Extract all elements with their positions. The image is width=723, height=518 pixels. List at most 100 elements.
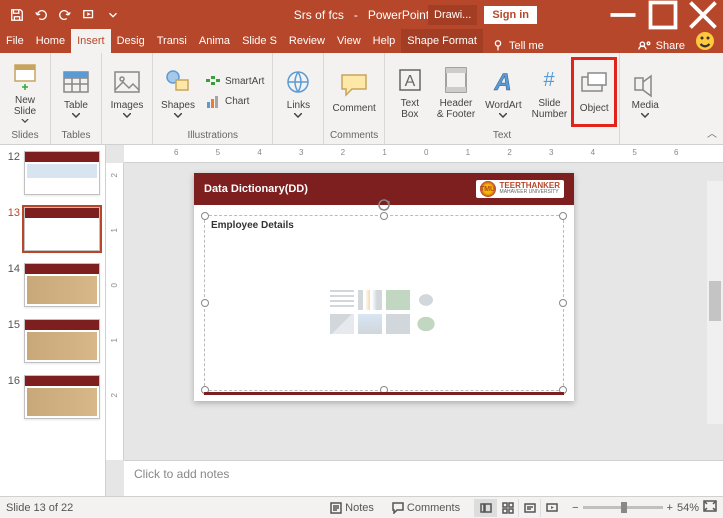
scrollbar-thumb[interactable]: [709, 281, 721, 321]
group-media: Media .: [620, 53, 670, 144]
tab-review[interactable]: Review: [283, 29, 331, 53]
thumbnail-13[interactable]: 13: [0, 203, 105, 259]
insert-picture-icon[interactable]: [330, 314, 354, 334]
minimize-button[interactable]: [603, 0, 643, 29]
slideshow-view-button[interactable]: [540, 499, 562, 517]
tab-design[interactable]: Desig: [111, 29, 151, 53]
content-placeholder[interactable]: Employee Details: [204, 215, 564, 391]
chart-button[interactable]: Chart: [201, 92, 268, 112]
smartart-button[interactable]: SmartArt: [201, 72, 268, 92]
vertical-ruler[interactable]: 21012: [106, 163, 124, 460]
slide-thumbnail-panel[interactable]: 12 13 14 15 16: [0, 145, 106, 496]
sign-in-button[interactable]: Sign in: [483, 5, 538, 25]
tab-animations[interactable]: Anima: [193, 29, 236, 53]
tab-insert[interactable]: Insert: [71, 29, 111, 53]
slide-canvas[interactable]: Data Dictionary(DD) TMU TEERTHANKERMAHAV…: [124, 163, 723, 460]
placeholder-content-icons[interactable]: [330, 290, 438, 334]
insert-icon-icon[interactable]: [414, 314, 438, 334]
svg-text:A: A: [494, 69, 512, 96]
share-button[interactable]: Share: [638, 39, 685, 53]
group-text: A Text Box Header & Footer A WordArt # S…: [385, 53, 620, 144]
thumbnail-16[interactable]: 16: [0, 371, 105, 427]
slide-title: Data Dictionary(DD): [204, 183, 308, 195]
university-logo: TMU TEERTHANKERMAHAVEER UNIVERSITY: [476, 180, 564, 198]
zoom-slider[interactable]: [583, 506, 663, 509]
object-button[interactable]: Object: [573, 59, 615, 125]
links-button[interactable]: Links: [277, 59, 319, 125]
tab-view[interactable]: View: [331, 29, 367, 53]
qat-more-icon[interactable]: [102, 4, 124, 26]
thumbnail-14[interactable]: 14: [0, 259, 105, 315]
zoom-out-button[interactable]: −: [572, 502, 578, 514]
group-tables: Table Tables: [51, 53, 102, 144]
slide-footer-line: [204, 392, 564, 395]
shapes-button[interactable]: Shapes: [157, 59, 199, 125]
app-name: PowerPoint: [368, 8, 429, 22]
thumbnail-12[interactable]: 12: [0, 147, 105, 203]
window-title: Srs of fcs - PowerPoint: [294, 8, 429, 22]
tab-file[interactable]: File: [0, 29, 30, 53]
media-button[interactable]: Media: [624, 59, 666, 125]
tab-help[interactable]: Help: [367, 29, 402, 53]
insert-3d-icon[interactable]: [414, 290, 438, 310]
selection-handle[interactable]: [201, 299, 209, 307]
fit-to-window-button[interactable]: [703, 500, 717, 515]
zoom-level[interactable]: 54%: [677, 502, 699, 514]
slide-counter[interactable]: Slide 13 of 22: [6, 502, 73, 514]
work-area: 12 13 14 15 16 6543210123456 21012 Data …: [0, 145, 723, 496]
header-footer-button[interactable]: Header & Footer: [433, 59, 479, 125]
text-box-button[interactable]: A Text Box: [389, 59, 431, 125]
tell-me[interactable]: Tell me: [491, 39, 544, 53]
maximize-button[interactable]: [643, 0, 683, 29]
svg-text:A: A: [404, 73, 415, 90]
tab-slideshow[interactable]: Slide S: [236, 29, 283, 53]
svg-text:#: #: [544, 69, 556, 91]
status-bar: Slide 13 of 22 Notes Comments − + 54%: [0, 496, 723, 518]
table-button[interactable]: Table: [55, 59, 97, 125]
insert-chart-icon[interactable]: [358, 290, 382, 310]
images-button[interactable]: Images: [106, 59, 148, 125]
wordart-button[interactable]: A WordArt: [481, 59, 526, 125]
insert-video-icon[interactable]: [386, 314, 410, 334]
slide[interactable]: Data Dictionary(DD) TMU TEERTHANKERMAHAV…: [194, 173, 574, 401]
slide-sorter-button[interactable]: [496, 499, 518, 517]
undo-icon[interactable]: [30, 4, 52, 26]
rotation-handle-icon[interactable]: [377, 198, 391, 212]
start-from-beginning-icon[interactable]: [78, 4, 100, 26]
group-illustrations: Shapes SmartArt Chart Illustrations: [153, 53, 273, 144]
close-button[interactable]: [683, 0, 723, 29]
group-slides: New Slide Slides: [0, 53, 51, 144]
horizontal-ruler[interactable]: 6543210123456: [124, 145, 723, 163]
zoom-in-button[interactable]: +: [667, 502, 673, 514]
notes-toggle[interactable]: Notes: [326, 502, 378, 514]
selection-handle[interactable]: [559, 212, 567, 220]
insert-online-picture-icon[interactable]: [358, 314, 382, 334]
tab-home[interactable]: Home: [30, 29, 71, 53]
group-images: Images .: [102, 53, 153, 144]
insert-smartart-icon[interactable]: [386, 290, 410, 310]
thumbnail-15[interactable]: 15: [0, 315, 105, 371]
group-links: Links .: [273, 53, 324, 144]
save-icon[interactable]: [6, 4, 28, 26]
selection-handle[interactable]: [201, 212, 209, 220]
new-slide-button[interactable]: New Slide: [4, 59, 46, 125]
collapse-ribbon-icon[interactable]: ︿: [707, 125, 717, 140]
vertical-scrollbar[interactable]: [707, 181, 723, 424]
normal-view-button[interactable]: [474, 499, 496, 517]
reading-view-button[interactable]: [518, 499, 540, 517]
redo-icon[interactable]: [54, 4, 76, 26]
title-bar: Srs of fcs - PowerPoint Drawi... Sign in: [0, 0, 723, 29]
tab-transitions[interactable]: Transi: [151, 29, 193, 53]
comment-button[interactable]: Comment: [328, 59, 379, 125]
slide-number-button[interactable]: # Slide Number: [528, 59, 572, 125]
selection-handle[interactable]: [380, 212, 388, 220]
tab-shape-format[interactable]: Shape Format: [401, 29, 483, 53]
view-buttons: [474, 499, 562, 517]
group-comments: Comment Comments: [324, 53, 384, 144]
window-controls: [603, 0, 723, 29]
insert-table-icon[interactable]: [330, 290, 354, 310]
notes-pane[interactable]: Click to add notes: [124, 460, 723, 496]
comments-toggle[interactable]: Comments: [388, 502, 464, 514]
slide-editor: 6543210123456 21012 Data Dictionary(DD) …: [106, 145, 723, 496]
selection-handle[interactable]: [559, 299, 567, 307]
